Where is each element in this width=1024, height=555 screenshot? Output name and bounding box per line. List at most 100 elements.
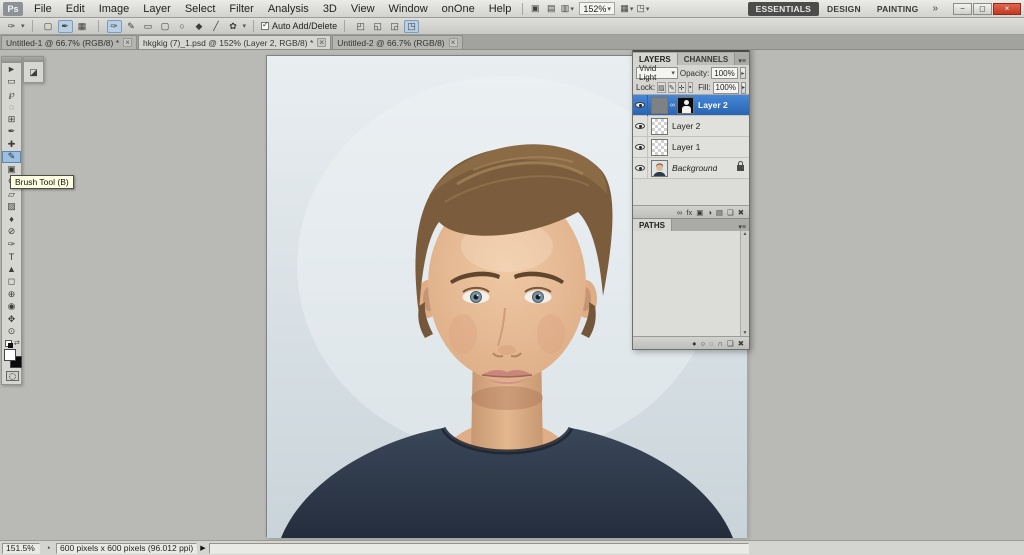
shape-layers-icon[interactable]: ▢ <box>41 20 56 33</box>
close-icon[interactable]: × <box>123 38 132 47</box>
eyedropper-tool[interactable]: ✒ <box>2 126 21 139</box>
close-button[interactable]: × <box>993 3 1021 15</box>
status-menu-arrow-icon[interactable]: ▶ <box>200 544 205 552</box>
visibility-toggle[interactable] <box>633 158 648 179</box>
lasso-tool[interactable]: ℘ <box>2 88 21 101</box>
intersect-path-areas-icon[interactable]: ◲ <box>387 20 402 33</box>
quick-mask-button[interactable] <box>6 371 19 381</box>
launch-mini-bridge-icon[interactable]: ▤ <box>543 2 559 16</box>
tab-channels[interactable]: CHANNELS <box>678 53 735 65</box>
custom-shape-icon[interactable]: ✿ <box>226 20 241 33</box>
ellipse-icon[interactable]: ○ <box>175 20 190 33</box>
quick-selection-tool[interactable]: ◌ <box>2 101 21 114</box>
layer-style-icon[interactable]: fx <box>686 208 692 217</box>
workspace-essentials[interactable]: ESSENTIALS <box>748 2 819 16</box>
scrollbar[interactable]: ▲ ▼ <box>740 231 749 336</box>
foreground-color-swatch[interactable] <box>4 349 16 361</box>
new-layer-icon[interactable]: ❏ <box>727 208 734 217</box>
swap-colors-icon[interactable]: ⇄ <box>14 339 20 347</box>
layer-thumbnail[interactable] <box>651 160 668 177</box>
pen-icon[interactable]: ✑ <box>107 20 122 33</box>
mask-link-icon[interactable]: ∞ <box>670 102 675 109</box>
layer-row-background[interactable]: Background <box>633 158 749 179</box>
add-layer-mask-icon[interactable]: ▣ <box>696 208 703 217</box>
freeform-pen-icon[interactable]: ✎ <box>124 20 139 33</box>
type-tool[interactable]: T <box>2 251 21 264</box>
layer-row-selected[interactable]: ∞ Layer 2 <box>633 95 749 116</box>
visibility-toggle[interactable] <box>633 137 648 158</box>
auto-add-delete-option[interactable]: Auto Add/Delete <box>258 19 340 34</box>
launch-bridge-icon[interactable]: ▣ <box>527 2 543 16</box>
link-layers-icon[interactable]: ∞ <box>677 208 682 217</box>
workspace-overflow-icon[interactable]: » <box>926 3 944 14</box>
checkbox-checked-icon[interactable] <box>261 22 269 30</box>
fill-value[interactable]: 100% <box>713 82 739 94</box>
rectangular-marquee-tool[interactable]: ▭ <box>2 76 21 89</box>
zoom-level-combo[interactable]: 152%▾ <box>579 2 615 15</box>
menu-analysis[interactable]: Analysis <box>261 0 316 18</box>
document-tab-active[interactable]: hkgkig (7)_1.psd @ 152% (Layer 2, RGB/8)… <box>138 35 331 49</box>
crop-tool[interactable]: ⊞ <box>2 113 21 126</box>
opacity-value[interactable]: 100% <box>711 67 737 79</box>
scroll-down-icon[interactable]: ▼ <box>743 330 748 336</box>
layer-name[interactable]: Layer 2 <box>672 121 700 131</box>
lock-transparency-icon[interactable]: ▨ <box>657 82 666 93</box>
screen-mode-icon[interactable]: ◳▾ <box>635 2 651 16</box>
menu-3d[interactable]: 3D <box>316 0 344 18</box>
layer-row[interactable]: Layer 2 <box>633 116 749 137</box>
dodge-tool[interactable]: ⊘ <box>2 226 21 239</box>
opacity-spinner-icon[interactable]: ▸ <box>740 67 746 79</box>
fill-spinner-icon[interactable]: ▸ <box>741 82 746 94</box>
menu-onone[interactable]: onOne <box>435 0 482 18</box>
polygon-icon[interactable]: ◆ <box>192 20 207 33</box>
line-icon[interactable]: ╱ <box>209 20 224 33</box>
spot-healing-brush-tool[interactable]: ✚ <box>2 138 21 151</box>
collapsed-panel-icon[interactable]: ◪ <box>24 62 43 82</box>
tool-preset-picker[interactable]: ✑ ▾ <box>0 19 28 34</box>
delete-path-icon[interactable]: ✖ <box>738 339 744 348</box>
new-adjustment-layer-icon[interactable]: ◑ <box>707 208 712 217</box>
new-group-icon[interactable]: ▤ <box>716 208 723 217</box>
menu-select[interactable]: Select <box>178 0 223 18</box>
path-selection-tool[interactable]: ▲ <box>2 263 21 276</box>
layer-thumbnail[interactable] <box>651 118 668 135</box>
layer-mask-thumbnail[interactable] <box>677 97 694 114</box>
hand-tool[interactable]: ✥ <box>2 313 21 326</box>
workspace-painting[interactable]: PAINTING <box>869 2 927 16</box>
lock-image-icon[interactable]: ✎ <box>668 82 676 93</box>
zoom-tool[interactable]: ⊙ <box>2 326 21 339</box>
lock-all-icon[interactable]: ▪ <box>688 82 694 93</box>
path-as-selection-icon[interactable]: ◌ <box>709 339 713 348</box>
move-tool[interactable]: ► <box>2 63 21 76</box>
brush-tool[interactable]: ✎ <box>2 151 21 164</box>
blur-tool[interactable]: ♦ <box>2 213 21 226</box>
menu-file[interactable]: File <box>27 0 59 18</box>
lock-position-icon[interactable]: ✛ <box>678 82 686 93</box>
delete-layer-icon[interactable]: ✖ <box>738 208 744 217</box>
paths-mode-icon[interactable]: ✒ <box>58 20 73 33</box>
menu-image[interactable]: Image <box>92 0 137 18</box>
blend-mode-select[interactable]: Vivid Light ▾ <box>636 67 678 79</box>
minimize-button[interactable]: − <box>953 3 972 15</box>
menu-filter[interactable]: Filter <box>222 0 260 18</box>
rectangle-icon[interactable]: ▭ <box>141 20 156 33</box>
scroll-up-icon[interactable]: ▲ <box>743 231 748 237</box>
exclude-path-areas-icon[interactable]: ◳ <box>404 20 419 33</box>
clone-stamp-tool[interactable]: ▣ <box>2 163 21 176</box>
menu-edit[interactable]: Edit <box>59 0 92 18</box>
fill-pixels-icon[interactable]: ▦ <box>75 20 90 33</box>
layer-thumbnail[interactable] <box>651 97 668 114</box>
stroke-path-icon[interactable]: ○ <box>701 339 706 348</box>
arrange-documents-icon[interactable]: ▦▾ <box>619 2 635 16</box>
close-icon[interactable]: × <box>449 38 458 47</box>
menu-window[interactable]: Window <box>382 0 435 18</box>
visibility-toggle[interactable] <box>633 116 648 137</box>
default-colors-icon[interactable] <box>5 340 12 347</box>
layer-name[interactable]: Layer 2 <box>698 100 728 110</box>
fill-path-icon[interactable]: ● <box>692 339 697 348</box>
layer-thumbnail[interactable] <box>651 139 668 156</box>
menu-view[interactable]: View <box>344 0 382 18</box>
panel-menu-icon[interactable]: ▾≡ <box>735 223 749 231</box>
document-tab[interactable]: Untitled-1 @ 66.7% (RGB/8) * × <box>1 35 137 49</box>
restore-button[interactable]: ◻ <box>973 3 992 15</box>
